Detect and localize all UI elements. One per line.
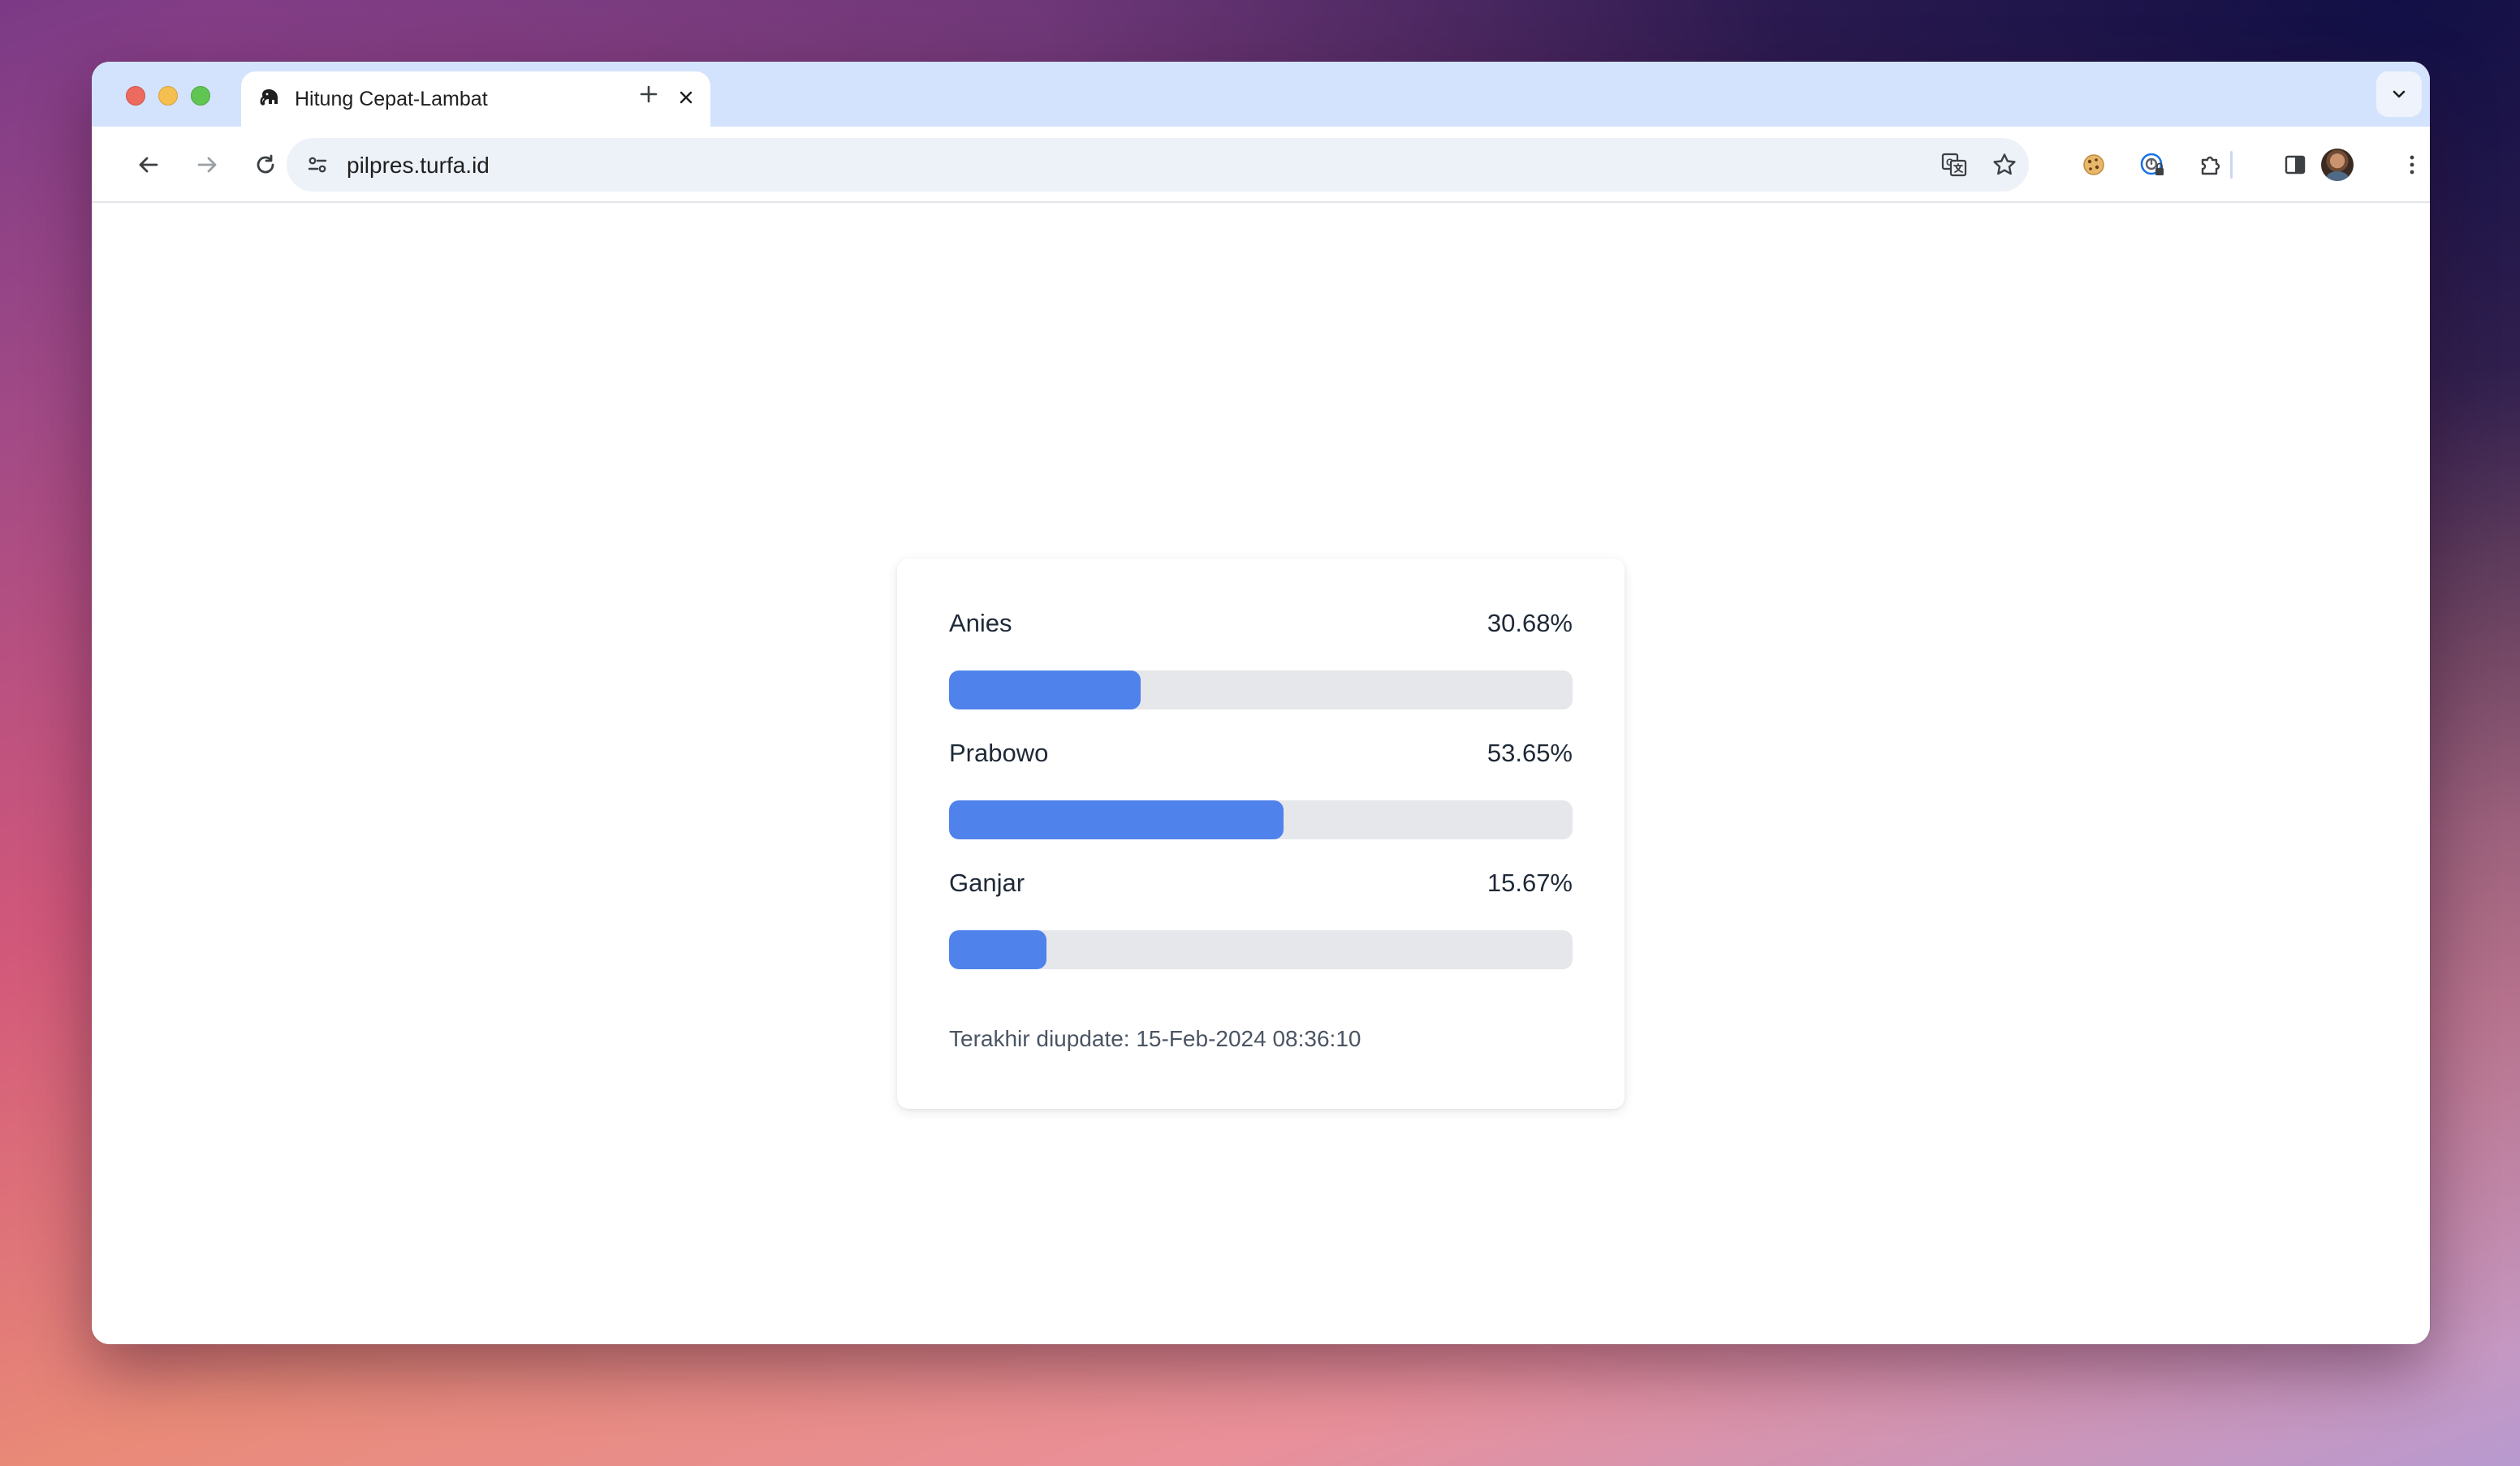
candidate-percent: 53.65% [1487,739,1573,767]
results-card: Anies 30.68% Prabowo 53.65% Ganjar 15.67… [897,558,1625,1109]
reload-icon[interactable] [246,145,285,184]
progress-fill [949,930,1047,969]
address-bar[interactable]: pilpres.turfa.id G [287,138,2029,192]
forward-arrow-icon[interactable] [188,145,227,184]
translate-icon[interactable]: G [1935,145,1974,184]
candidate-name: Prabowo [949,739,1049,767]
page-content: Anies 30.68% Prabowo 53.65% Ganjar 15.67… [92,203,2430,1344]
candidate-percent: 30.68% [1487,609,1573,637]
progress-fill [949,800,1284,839]
close-window-button[interactable] [126,86,145,106]
site-info-tune-icon[interactable] [298,145,337,184]
elephant-icon [257,86,283,112]
candidate-row-anies: Anies 30.68% [949,606,1573,638]
cookie-extension-icon[interactable] [2074,145,2113,184]
candidate-row-ganjar: Ganjar 15.67% [949,865,1573,898]
new-tab-icon[interactable] [631,76,667,112]
candidate-row-prabowo: Prabowo 53.65% [949,735,1573,768]
more-menu-icon[interactable] [2393,145,2430,184]
browser-toolbar: pilpres.turfa.id G [92,127,2430,203]
browser-window: Hitung Cepat-Lambat pilpres.turfa.id G A… [92,62,2430,1344]
toolbar-divider [2230,151,2233,179]
candidate-percent: 15.67% [1487,869,1573,897]
maximize-window-button[interactable] [191,86,210,106]
progress-bar-prabowo [949,800,1573,839]
password-manager-extension-icon[interactable] [2133,145,2172,184]
tab-search-chevron-down-icon[interactable] [2376,71,2422,117]
extensions-puzzle-icon[interactable] [2191,145,2230,184]
last-updated-text: Terakhir diupdate: 15-Feb-2024 08:36:10 [949,1026,1361,1051]
progress-fill [949,670,1141,709]
candidate-name: Ganjar [949,869,1025,897]
side-panel-icon[interactable] [2276,145,2315,184]
minimize-window-button[interactable] [158,86,178,106]
url-text[interactable]: pilpres.turfa.id [347,153,490,179]
progress-bar-ganjar [949,930,1573,969]
tab-title: Hitung Cepat-Lambat [295,88,488,110]
back-arrow-icon[interactable] [129,145,168,184]
tab-strip: Hitung Cepat-Lambat [92,62,2430,127]
close-tab-icon[interactable] [671,83,701,112]
candidate-name: Anies [949,609,1012,637]
progress-bar-anies [949,670,1573,709]
bookmark-star-icon[interactable] [1985,145,2024,184]
profile-avatar[interactable] [2321,149,2354,181]
